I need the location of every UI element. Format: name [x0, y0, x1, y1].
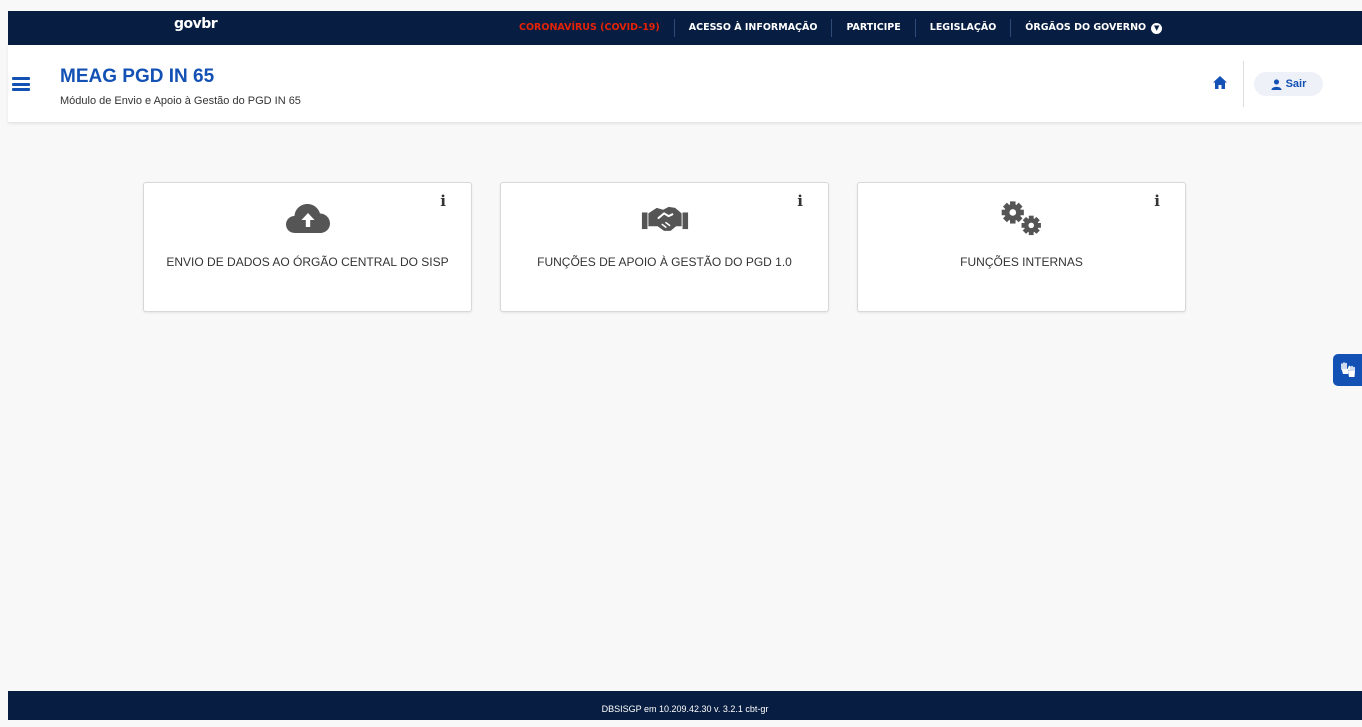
govnav-link-orgaos-governo[interactable]: ÓRGÃOS DO GOVERNO ▼ [1010, 19, 1176, 37]
card-label: FUNÇÕES DE APOIO À GESTÃO DO PGD 1.0 [537, 255, 792, 269]
page-title: MEAG PGD IN 65 [60, 66, 215, 87]
app-header: MEAG PGD IN 65 Módulo de Envio e Apoio à… [8, 45, 1362, 123]
info-icon[interactable]: i [1154, 192, 1160, 210]
page: govbr CORONAVÍRUS (COVID-19) ACESSO À IN… [8, 11, 1362, 720]
card-label: ENVIO DE DADOS AO ÓRGÃO CENTRAL DO SISP [166, 255, 449, 269]
gov-nav: CORONAVÍRUS (COVID-19) ACESSO À INFORMAÇ… [519, 11, 1176, 45]
card-label: FUNÇÕES INTERNAS [960, 255, 1083, 269]
gov-bar: govbr CORONAVÍRUS (COVID-19) ACESSO À IN… [8, 11, 1362, 45]
cloud-upload-icon [284, 198, 332, 238]
hamburger-menu-icon[interactable] [12, 77, 30, 91]
chevron-down-icon[interactable]: ▼ [1151, 22, 1163, 34]
govbr-logo[interactable]: govbr [174, 16, 218, 32]
logout-label: Sair [1285, 78, 1307, 90]
card-funcoes-internas[interactable]: i FUNÇÕES INTERNAS [857, 182, 1186, 312]
card-envio-dados[interactable]: i ENVIO DE DADOS AO ÓRGÃO CENTRAL DO SIS… [143, 182, 472, 312]
govnav-link-participe[interactable]: PARTICIPE [831, 19, 914, 37]
govnav-link-acesso-informacao[interactable]: ACESSO À INFORMAÇÃO [673, 19, 832, 37]
header-divider [1243, 61, 1244, 107]
handshake-icon [641, 198, 689, 238]
info-icon[interactable]: i [797, 192, 803, 210]
gears-icon [998, 198, 1046, 238]
info-icon[interactable]: i [440, 192, 446, 210]
vlibras-widget-button[interactable] [1333, 354, 1362, 386]
govnav-link-covid[interactable]: CORONAVÍRUS (COVID-19) [519, 19, 674, 37]
footer-text: DBSISGP em 10.209.42.30 v. 3.2.1 cbt-gr [601, 704, 769, 714]
sign-language-hands-icon [1340, 362, 1355, 377]
govnav-link-legislacao[interactable]: LEGISLAÇÃO [914, 19, 1011, 37]
govnav-link-orgaos-label: ÓRGÃOS DO GOVERNO [1025, 22, 1147, 33]
card-funcoes-apoio[interactable]: i FUNÇÕES DE APOIO À GESTÃO DO PGD 1.0 [500, 182, 829, 312]
page-subtitle: Módulo de Envio e Apoio à Gestão do PGD … [60, 95, 301, 107]
home-icon[interactable] [1212, 75, 1228, 91]
logout-button[interactable]: Sair [1254, 72, 1323, 96]
footer: DBSISGP em 10.209.42.30 v. 3.2.1 cbt-gr [8, 691, 1362, 720]
user-icon [1271, 78, 1282, 90]
